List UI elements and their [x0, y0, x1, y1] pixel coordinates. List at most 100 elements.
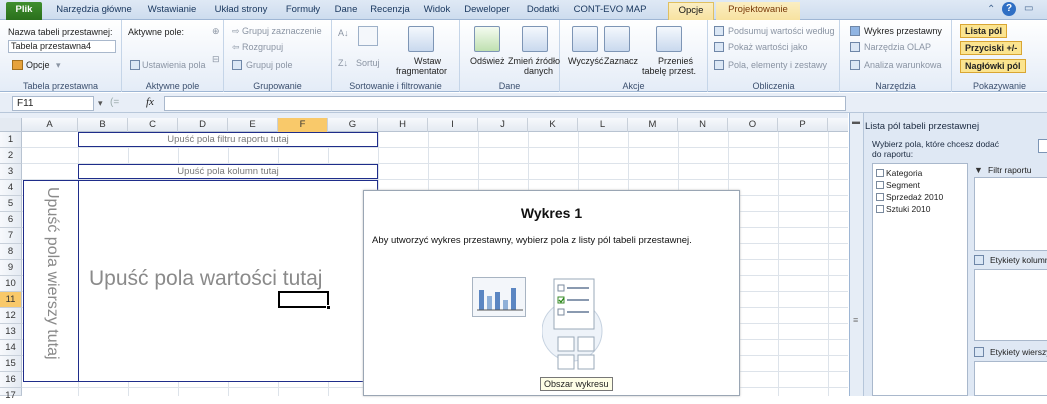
col-header-h[interactable]: H: [378, 118, 428, 132]
col-header-j[interactable]: J: [478, 118, 528, 132]
tab-addins[interactable]: Dodatki: [520, 2, 566, 20]
checkbox[interactable]: [876, 169, 884, 177]
col-header-p[interactable]: P: [778, 118, 828, 132]
col-header-n[interactable]: N: [678, 118, 728, 132]
change-source-label-2[interactable]: danych: [524, 66, 553, 76]
checkbox[interactable]: [876, 205, 884, 213]
tab-page-layout[interactable]: Układ strony: [208, 2, 274, 20]
minimize-pane-icon[interactable]: ▬: [852, 117, 860, 126]
row-header-16[interactable]: 16: [0, 372, 22, 388]
field-item-sprzedaz[interactable]: Sprzedaż 2010: [876, 192, 943, 202]
field-item-kategoria[interactable]: Kategoria: [876, 168, 922, 178]
options-button[interactable]: Opcje: [26, 60, 50, 70]
tab-view[interactable]: Widok: [420, 2, 454, 20]
checkbox[interactable]: [876, 181, 884, 189]
buttons-toggle[interactable]: Przyciski +/-: [960, 41, 1023, 55]
show-values-button[interactable]: Pokaż wartości jako: [728, 42, 808, 52]
restore-icon[interactable]: ▭: [1024, 3, 1033, 14]
refresh-button[interactable]: Odśwież: [470, 56, 505, 66]
tab-insert[interactable]: Wstawianie: [140, 2, 204, 20]
row-header-17[interactable]: 17: [0, 388, 22, 401]
pivot-chart[interactable]: Wykres 1 Aby utworzyć wykres przestawny,…: [363, 190, 740, 396]
tab-file[interactable]: Plik: [6, 2, 42, 20]
field-headers-toggle[interactable]: Nagłówki pól: [960, 59, 1026, 73]
col-header-c[interactable]: C: [128, 118, 178, 132]
row-header-9[interactable]: 9: [0, 260, 22, 276]
caret-up-icon[interactable]: ⌃: [987, 4, 995, 15]
tab-cont-evo-map[interactable]: CONT-EVO MAP: [570, 2, 650, 20]
tab-data[interactable]: Dane: [330, 2, 362, 20]
fx-icon[interactable]: fx: [146, 96, 154, 108]
col-header-e[interactable]: E: [228, 118, 278, 132]
help-icon[interactable]: ?: [1002, 2, 1016, 16]
report-filter-dropzone[interactable]: Upuść pola filtru raportu tutaj: [78, 132, 378, 147]
sort-desc-icon[interactable]: Z↓: [338, 58, 348, 68]
sort-asc-icon[interactable]: A↓: [338, 28, 349, 38]
chevron-down-icon[interactable]: ▾: [98, 98, 103, 109]
row-header-15[interactable]: 15: [0, 356, 22, 372]
pivot-chart-button[interactable]: Wykres przestawny: [864, 26, 942, 36]
ungroup-button[interactable]: ⇦ Rozgrupuj: [232, 42, 283, 53]
col-header-o[interactable]: O: [728, 118, 778, 132]
whatif-button[interactable]: Analiza warunkowa: [864, 60, 942, 70]
pane-splitter[interactable]: ▬ ≡: [850, 113, 864, 396]
group-selection-button[interactable]: ⇨ Grupuj zaznaczenie: [232, 26, 322, 37]
slicer-label-1[interactable]: Wstaw: [414, 56, 441, 66]
select-all-corner[interactable]: [0, 118, 22, 132]
row-labels-area[interactable]: [974, 361, 1047, 396]
row-header-3[interactable]: 3: [0, 164, 22, 180]
row-fields-dropzone[interactable]: Upuść pola wierszy tutaj: [23, 180, 78, 382]
row-header-1[interactable]: 1: [0, 132, 22, 148]
selected-cell[interactable]: [278, 291, 329, 308]
select-button[interactable]: Zaznacz: [604, 56, 638, 66]
layout-button[interactable]: [1038, 139, 1047, 153]
change-source-label-1[interactable]: Zmień źródło: [508, 56, 560, 66]
col-header-b[interactable]: B: [78, 118, 128, 132]
col-header-g[interactable]: G: [328, 118, 378, 132]
tab-design[interactable]: Projektowanie: [716, 2, 800, 20]
name-box[interactable]: F11: [12, 96, 94, 111]
column-labels-area[interactable]: [974, 269, 1047, 341]
field-list-toggle[interactable]: Lista pól: [960, 24, 1008, 38]
clear-button[interactable]: Wyczyść: [568, 56, 603, 66]
tab-developer[interactable]: Deweloper: [458, 2, 516, 20]
tab-formulas[interactable]: Formuły: [280, 2, 326, 20]
fill-handle[interactable]: [326, 305, 331, 310]
checkbox[interactable]: [876, 193, 884, 201]
row-header-8[interactable]: 8: [0, 244, 22, 260]
row-header-5[interactable]: 5: [0, 196, 22, 212]
cancel-icon[interactable]: (=: [110, 97, 119, 108]
col-header-k[interactable]: K: [528, 118, 578, 132]
values-dropzone[interactable]: Upuść pola wartości tutaj: [78, 180, 378, 382]
report-filter-area[interactable]: [974, 177, 1047, 251]
tab-home[interactable]: Narzędzia główne: [52, 2, 136, 20]
field-item-segment[interactable]: Segment: [876, 180, 920, 190]
row-header-14[interactable]: 14: [0, 340, 22, 356]
drag-handle-icon[interactable]: ≡: [853, 315, 858, 325]
move-pivot-label-2[interactable]: tabelę przest.: [642, 66, 696, 76]
field-item-sztuki[interactable]: Sztuki 2010: [876, 204, 930, 214]
column-fields-dropzone[interactable]: Upuść pola kolumn tutaj: [78, 164, 378, 179]
col-header-d[interactable]: D: [178, 118, 228, 132]
pivot-name-input[interactable]: Tabela przestawna4: [8, 40, 116, 53]
move-pivot-label-1[interactable]: Przenieś: [658, 56, 693, 66]
group-field-button[interactable]: Grupuj pole: [246, 60, 293, 70]
row-header-12[interactable]: 12: [0, 308, 22, 324]
sort-dialog-icon[interactable]: [358, 26, 378, 46]
slicer-label-2[interactable]: fragmentator: [396, 66, 447, 76]
fields-items-button[interactable]: Pola, elementy i zestawy: [728, 60, 827, 70]
col-header-l[interactable]: L: [578, 118, 628, 132]
tab-review[interactable]: Recenzja: [366, 2, 414, 20]
row-header-7[interactable]: 7: [0, 228, 22, 244]
row-header-4[interactable]: 4: [0, 180, 22, 196]
row-header-2[interactable]: 2: [0, 148, 22, 164]
olap-button[interactable]: Narzędzia OLAP: [864, 42, 931, 52]
row-header-6[interactable]: 6: [0, 212, 22, 228]
formula-input[interactable]: [164, 96, 846, 111]
col-header-i[interactable]: I: [428, 118, 478, 132]
col-header-a[interactable]: A: [22, 118, 78, 132]
col-header-f[interactable]: F: [278, 118, 328, 132]
col-header-m[interactable]: M: [628, 118, 678, 132]
row-header-13[interactable]: 13: [0, 324, 22, 340]
row-header-10[interactable]: 10: [0, 276, 22, 292]
